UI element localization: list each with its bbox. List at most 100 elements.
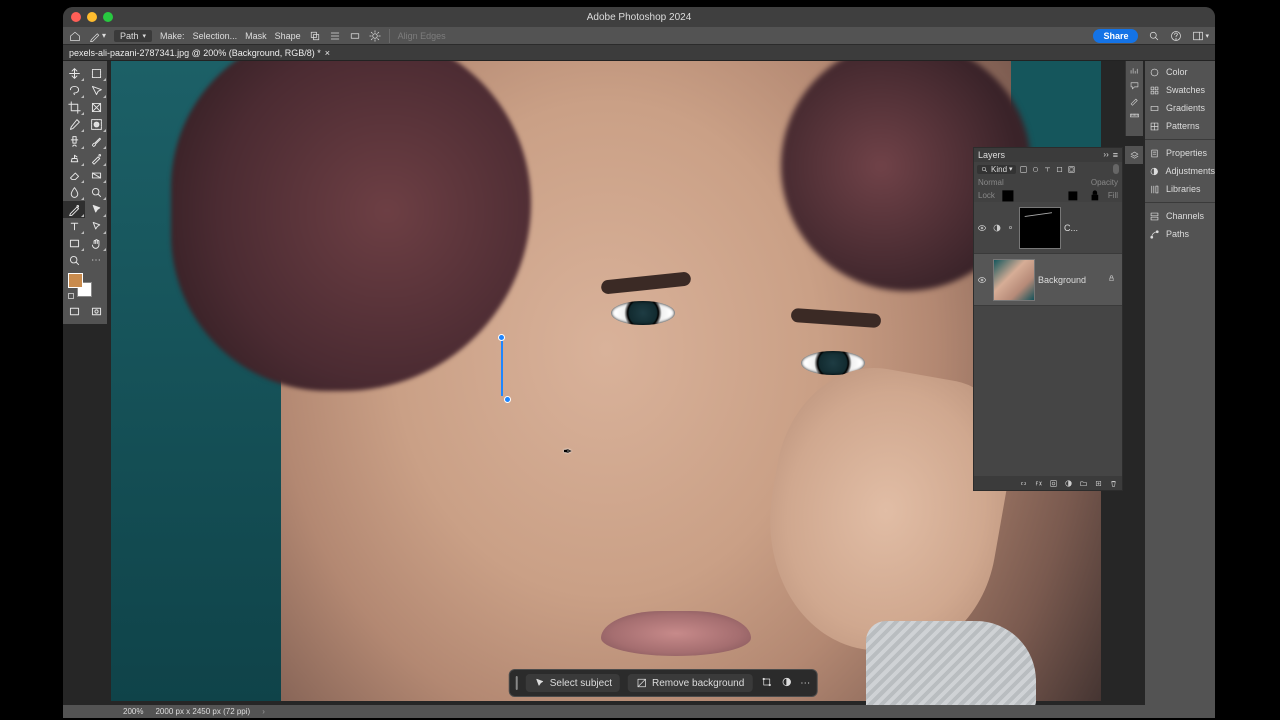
ruler-icon[interactable] [1129,110,1140,121]
mask-icon[interactable] [1049,479,1058,488]
trash-icon[interactable] [1109,479,1118,488]
close-window[interactable] [71,12,81,22]
group-icon[interactable] [1079,479,1088,488]
gradient-tool[interactable] [85,167,107,184]
collapsed-panel-group[interactable] [1125,61,1143,136]
more-icon[interactable]: ⋯ [800,678,810,689]
lock-nested-icon[interactable] [1064,187,1082,205]
pen-tool[interactable] [63,201,85,218]
comments-icon[interactable] [1129,80,1140,91]
spot-heal-tool[interactable] [63,133,85,150]
panel-menu-icon[interactable]: ≡ [1113,150,1118,160]
artboard-tool[interactable] [85,65,107,82]
document-canvas[interactable]: ✒︎ [111,61,1101,701]
brush-tool[interactable] [85,133,107,150]
adjustment-new-icon[interactable] [1064,479,1073,488]
visibility-icon[interactable] [977,223,987,233]
rectangle-tool[interactable] [63,235,85,252]
foreground-color[interactable] [68,273,83,288]
crop-tool[interactable] [63,99,85,116]
lasso-tool[interactable] [63,82,85,99]
layer-mask-thumb[interactable] [1019,207,1061,249]
foreground-background-swatches[interactable] [63,273,107,297]
share-button[interactable]: Share [1093,29,1138,43]
align-edges-checkbox[interactable]: Align Edges [398,31,446,41]
help-icon[interactable] [1170,30,1182,42]
zoom-tool[interactable] [63,252,85,269]
dock-patterns[interactable]: Patterns [1145,117,1215,135]
filter-shape-icon[interactable] [1055,165,1064,174]
link-layers-icon[interactable] [1019,479,1028,488]
search-icon[interactable] [1148,30,1160,42]
dock-channels[interactable]: Channels [1145,207,1215,225]
dock-gradients[interactable]: Gradients [1145,99,1215,117]
screen-mode-standard[interactable] [63,303,85,320]
pen-path-segment[interactable] [501,340,503,396]
direct-select-tool[interactable] [85,218,107,235]
path-mode-dropdown[interactable]: Path▾ [114,30,152,42]
dock-libraries[interactable]: Libraries [1145,180,1215,198]
object-select-tool[interactable] [85,116,107,133]
dock-color[interactable]: Color [1145,63,1215,81]
histogram-icon[interactable] [1129,65,1140,76]
quick-mask-mode[interactable] [85,303,107,320]
layer-thumb[interactable] [993,259,1035,301]
type-tool[interactable] [63,218,85,235]
filter-type-icon[interactable] [1043,165,1052,174]
path-align-icon[interactable] [329,30,341,42]
layer-background[interactable]: Background [974,254,1122,306]
move-tool[interactable] [63,65,85,82]
layer-name[interactable]: Background [1038,275,1086,285]
default-colors-icon[interactable] [68,293,74,299]
lock-transparent-icon[interactable] [999,187,1017,205]
link-mask-icon[interactable] [1006,223,1015,232]
pen-anchor-point[interactable] [505,397,510,402]
lock-all-icon[interactable] [1086,187,1104,205]
lock-icon[interactable] [1107,274,1116,285]
path-ops-icon[interactable] [309,30,321,42]
zoom-level[interactable]: 200% [123,707,143,716]
layers-panel[interactable]: Layers ››≡ Kind▾ Normal Opacity Lock [973,147,1123,491]
layer-curves[interactable]: C... [974,202,1122,254]
pen-tool-icon[interactable]: ▾ [89,30,106,42]
make-shape-button[interactable]: Shape [275,31,301,41]
status-more-icon[interactable]: › [262,707,265,716]
filter-image-icon[interactable] [1019,165,1028,174]
quick-select-tool[interactable] [85,82,107,99]
document-tab[interactable]: pexels-ali-pazani-2787341.jpg @ 200% (Ba… [69,48,321,58]
filter-adjust-icon[interactable] [1031,165,1040,174]
dock-swatches[interactable]: Swatches [1145,81,1215,99]
remove-background-button[interactable]: Remove background [628,674,752,692]
collapse-icon[interactable]: ›› [1103,150,1108,160]
zoom-window[interactable] [103,12,113,22]
collapsed-layers-icon[interactable] [1125,146,1143,164]
blur-tool[interactable] [63,184,85,201]
make-mask-button[interactable]: Mask [245,31,267,41]
adjustment-icon[interactable] [780,676,792,691]
new-layer-icon[interactable] [1094,479,1103,488]
more-tools[interactable]: ⋯ [85,252,107,269]
home-icon[interactable] [69,30,81,42]
close-tab-icon[interactable]: × [325,48,330,58]
layer-name[interactable]: C... [1064,223,1078,233]
select-subject-button[interactable]: Select subject [526,674,620,692]
brush-panel-icon[interactable] [1129,95,1140,106]
dock-properties[interactable]: Properties [1145,144,1215,162]
path-select-tool[interactable] [85,201,107,218]
transform-icon[interactable] [760,676,772,691]
pen-anchor-point[interactable] [499,335,504,340]
minimize-window[interactable] [87,12,97,22]
filter-toggle[interactable] [1113,164,1119,174]
eraser-tool[interactable] [63,167,85,184]
dodge-tool[interactable] [85,184,107,201]
gear-icon[interactable] [369,30,381,42]
eyedropper-tool[interactable] [63,116,85,133]
filter-smart-icon[interactable] [1067,165,1076,174]
hand-tool[interactable] [85,235,107,252]
fx-icon[interactable] [1034,479,1043,488]
drag-handle-icon[interactable] [516,676,518,690]
dock-adjustments[interactable]: Adjustments [1145,162,1215,180]
frame-tool[interactable] [85,99,107,116]
clone-tool[interactable] [63,150,85,167]
make-selection-button[interactable]: Selection... [193,31,238,41]
